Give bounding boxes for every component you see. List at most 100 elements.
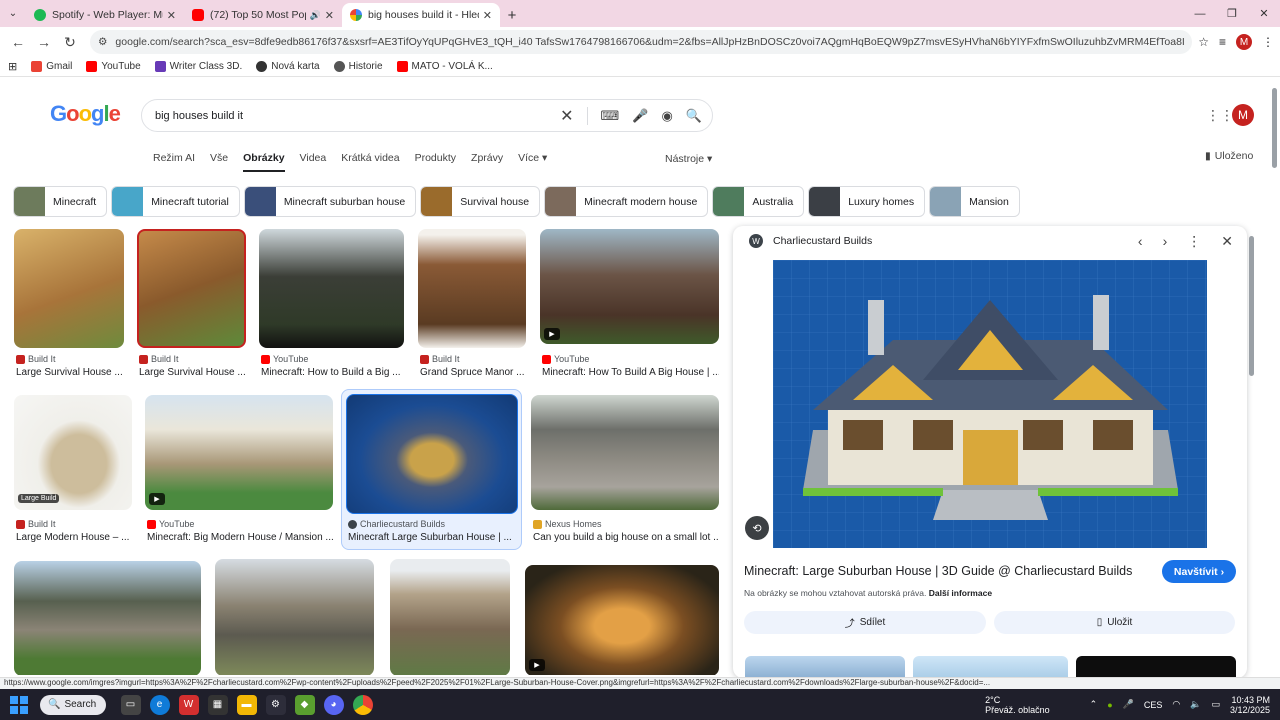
forward-icon[interactable]: →: [32, 30, 56, 54]
result-image[interactable]: [14, 229, 124, 348]
result-card[interactable]: YouTube Minecraft: How to Build a Big ..…: [259, 229, 404, 379]
search-box[interactable]: big houses build it ✕ ⌨ 🎤 ◉ 🔍: [141, 99, 713, 132]
terminal-icon[interactable]: ▦: [207, 694, 228, 715]
result-source[interactable]: Build It: [420, 354, 460, 364]
restore-icon[interactable]: ❐: [1216, 0, 1248, 27]
next-icon[interactable]: ›: [1163, 233, 1168, 250]
address-bar[interactable]: ⚙ google.com/search?sca_esv=8dfe9edb8617…: [90, 30, 1193, 54]
result-source[interactable]: YouTube: [261, 354, 308, 364]
chip-minecraft[interactable]: Minecraft: [13, 186, 108, 217]
close-tab-icon[interactable]: ✕: [167, 9, 176, 22]
tab-videos[interactable]: Videa: [300, 152, 327, 172]
tab-ai-mode[interactable]: Režim AI: [153, 152, 195, 172]
saved-button[interactable]: ▮ Uloženo: [1205, 150, 1253, 162]
discord-icon[interactable]: ◕: [323, 694, 344, 715]
steam-icon[interactable]: ⚙: [265, 694, 286, 715]
more-info-link[interactable]: Další informace: [929, 588, 992, 598]
tab-spotify[interactable]: Spotify - Web Player: Music for ✕: [26, 3, 184, 27]
reload-icon[interactable]: ↻: [58, 30, 82, 54]
preview-image[interactable]: [773, 260, 1207, 548]
related-image[interactable]: [1076, 656, 1236, 678]
result-caption[interactable]: Minecraft: How To Build A Big House | ..…: [542, 367, 719, 378]
tools-button[interactable]: Nástroje ▾: [665, 153, 712, 165]
preview-source[interactable]: W Charliecustard Builds: [749, 234, 872, 248]
tab-short-videos[interactable]: Krátká videa: [341, 152, 399, 172]
result-caption[interactable]: Grand Spruce Manor ...: [420, 367, 526, 378]
camera-lens-icon[interactable]: ◉: [661, 108, 672, 124]
clear-icon[interactable]: ✕: [560, 106, 573, 126]
bookmark-mato[interactable]: MATO - VOLÁ K...: [396, 61, 493, 72]
chip-survival-house[interactable]: Survival house: [420, 186, 541, 217]
account-avatar[interactable]: M: [1232, 104, 1254, 126]
panel-scrollbar[interactable]: [1249, 228, 1254, 678]
result-card[interactable]: Build It Large Survival House ...: [137, 229, 246, 379]
result-image[interactable]: [346, 394, 518, 514]
result-image[interactable]: [259, 229, 404, 348]
result-image[interactable]: [145, 395, 333, 510]
minimize-icon[interactable]: —: [1184, 0, 1216, 27]
scroll-thumb[interactable]: [1249, 236, 1254, 376]
menu-icon[interactable]: ⋮: [1262, 35, 1274, 49]
apps-grid-icon[interactable]: ⊞: [8, 60, 17, 73]
related-image[interactable]: [745, 656, 905, 678]
tab-search-icon[interactable]: ⌄: [0, 0, 26, 27]
result-source[interactable]: Nexus Homes: [533, 519, 602, 529]
tab-news[interactable]: Zprávy: [471, 152, 503, 172]
result-caption[interactable]: Large Survival House ...: [139, 367, 246, 378]
language-indicator[interactable]: CES: [1144, 700, 1163, 710]
reading-list-icon[interactable]: ≡: [1219, 35, 1226, 49]
battery-icon[interactable]: ▭: [1211, 699, 1220, 710]
chrome-icon[interactable]: [352, 694, 373, 715]
edge-icon[interactable]: e: [149, 694, 170, 715]
bookmark-writer[interactable]: Writer Class 3D.: [154, 61, 242, 72]
new-tab-button[interactable]: +: [500, 3, 524, 27]
site-info-icon[interactable]: ⚙: [98, 36, 107, 48]
nvidia-icon[interactable]: ●: [1107, 700, 1112, 710]
result-card-selected[interactable]: Charliecustard Builds Minecraft Large Su…: [341, 389, 522, 550]
microphone-icon[interactable]: 🎤: [632, 108, 648, 124]
chevron-up-icon[interactable]: ⌃: [1090, 699, 1098, 710]
bookmark-gmail[interactable]: Gmail: [31, 61, 72, 72]
close-icon[interactable]: ✕: [1221, 233, 1233, 250]
result-source[interactable]: Build It: [16, 354, 56, 364]
weather-widget[interactable]: 2°C Převáž. oblačno: [985, 695, 1050, 715]
result-image[interactable]: [540, 229, 719, 344]
preview-title[interactable]: Minecraft: Large Suburban House | 3D Gui…: [744, 564, 1132, 578]
result-caption[interactable]: Minecraft: Big Modern House / Mansion ..…: [147, 532, 333, 543]
clock[interactable]: 10:43 PM 3/12/2025: [1230, 695, 1270, 715]
result-caption[interactable]: Large Survival House ...: [16, 367, 124, 378]
result-card[interactable]: [14, 561, 201, 675]
profile-avatar[interactable]: M: [1236, 34, 1252, 50]
result-image[interactable]: [418, 229, 526, 348]
related-image[interactable]: [913, 656, 1068, 678]
result-caption[interactable]: Large Modern House – ...: [16, 532, 132, 543]
bookmark-history[interactable]: Historie: [333, 61, 383, 72]
result-caption[interactable]: Minecraft Large Suburban House | ...: [348, 532, 516, 543]
result-image[interactable]: [14, 395, 132, 510]
tab-products[interactable]: Produkty: [415, 152, 456, 172]
result-image[interactable]: [215, 559, 374, 675]
result-image[interactable]: [14, 561, 201, 675]
share-button[interactable]: ⤴ Sdílet: [744, 611, 986, 634]
result-source[interactable]: Build It: [139, 354, 179, 364]
bookmark-youtube[interactable]: YouTube: [86, 61, 141, 72]
chip-australia[interactable]: Australia: [712, 186, 805, 217]
chip-minecraft-tutorial[interactable]: Minecraft tutorial: [111, 186, 240, 217]
result-card[interactable]: [215, 559, 374, 675]
result-image[interactable]: [531, 395, 719, 510]
result-image[interactable]: [137, 229, 246, 348]
taskbar-search[interactable]: 🔍 Search: [40, 694, 106, 715]
back-icon[interactable]: ←: [6, 30, 30, 54]
search-icon[interactable]: 🔍: [686, 108, 702, 124]
close-window-icon[interactable]: ✕: [1248, 0, 1280, 27]
result-source[interactable]: YouTube: [542, 354, 589, 364]
result-card[interactable]: [390, 559, 510, 675]
page-scrollbar[interactable]: [1271, 80, 1277, 676]
google-logo[interactable]: Google: [50, 101, 121, 127]
result-source[interactable]: Build It: [16, 519, 56, 529]
result-caption[interactable]: Minecraft: How to Build a Big ...: [261, 367, 404, 378]
tab-all[interactable]: Vše: [210, 152, 228, 172]
tab-more[interactable]: Více ▾: [518, 152, 547, 172]
volume-icon[interactable]: 🔈: [1190, 699, 1201, 710]
close-tab-icon[interactable]: ✕: [325, 9, 334, 22]
